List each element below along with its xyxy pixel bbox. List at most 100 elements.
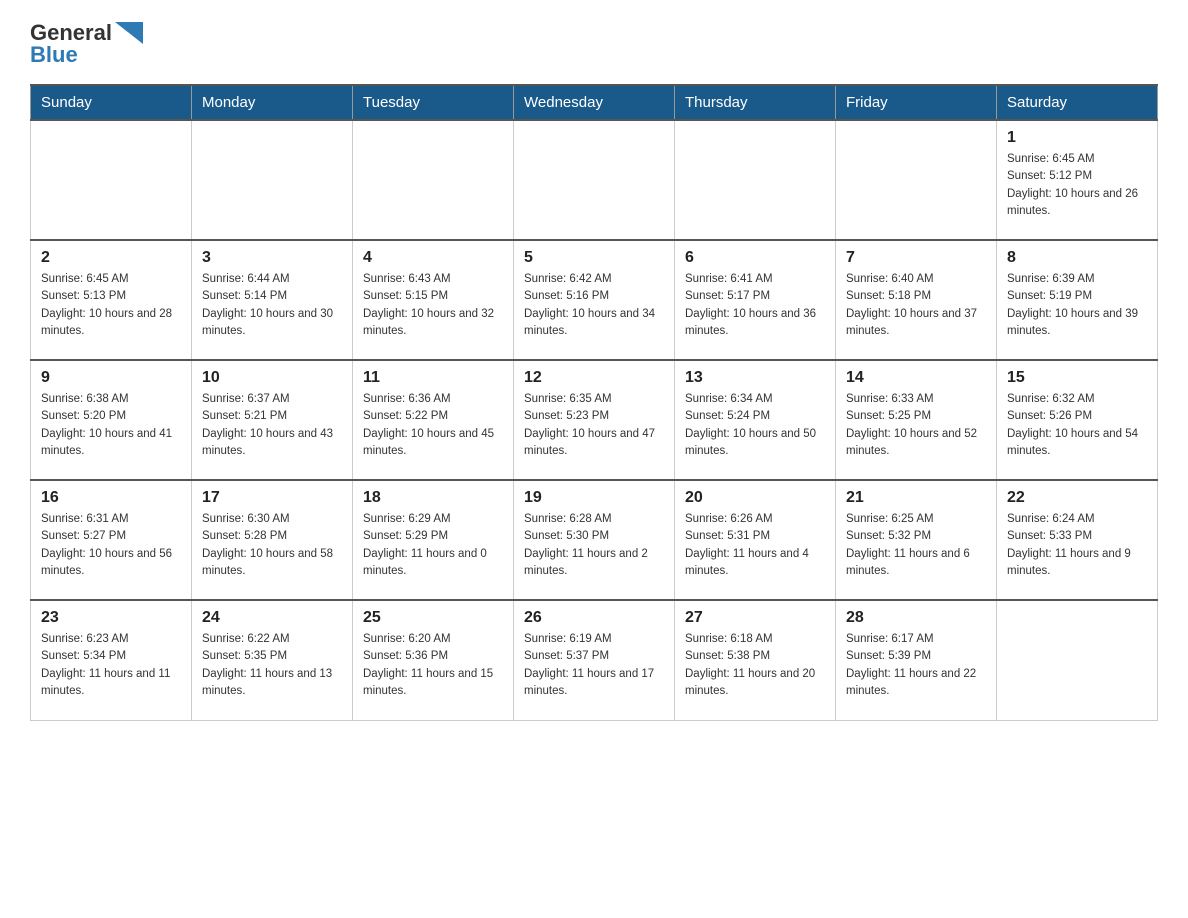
day-info: Sunrise: 6:24 AM Sunset: 5:33 PM Dayligh… xyxy=(1007,511,1147,580)
day-header-tuesday: Tuesday xyxy=(353,85,514,120)
calendar-cell: 8Sunrise: 6:39 AM Sunset: 5:19 PM Daylig… xyxy=(997,240,1158,360)
calendar-cell xyxy=(514,120,675,240)
day-info: Sunrise: 6:22 AM Sunset: 5:35 PM Dayligh… xyxy=(202,631,342,700)
day-number: 26 xyxy=(524,609,664,627)
calendar-cell: 28 Sunrise: 6:17 AM Sunset: 5:39 PM Dayli… xyxy=(836,600,997,720)
day-number: 21 xyxy=(846,489,986,507)
day-header-thursday: Thursday xyxy=(675,85,836,120)
day-info: Sunrise: 6:34 AM Sunset: 5:24 PM Dayligh… xyxy=(685,391,825,460)
day-number: 24 xyxy=(202,609,342,627)
day-number: 4 xyxy=(363,249,503,267)
calendar-cell: 19 Sunrise: 6:28 AM Sunset: 5:30 PM Dayli… xyxy=(514,480,675,600)
day-header-saturday: Saturday xyxy=(997,85,1158,120)
calendar-cell: 22 Sunrise: 6:24 AM Sunset: 5:33 PM Dayli… xyxy=(997,480,1158,600)
calendar-cell: 26 Sunrise: 6:19 AM Sunset: 5:37 PM Dayli… xyxy=(514,600,675,720)
calendar-cell: 7 Sunrise: 6:40 AM Sunset: 5:18 PM Daylig… xyxy=(836,240,997,360)
calendar-week-2: 2 Sunrise: 6:45 AM Sunset: 5:13 PM Daylig… xyxy=(31,240,1158,360)
calendar-cell: 5 Sunrise: 6:42 AM Sunset: 5:16 PM Daylig… xyxy=(514,240,675,360)
calendar-cell: 20 Sunrise: 6:26 AM Sunset: 5:31 PM Dayli… xyxy=(675,480,836,600)
day-number: 23 xyxy=(41,609,181,627)
day-header-friday: Friday xyxy=(836,85,997,120)
calendar-cell: 23Sunrise: 6:23 AM Sunset: 5:34 PM Dayli… xyxy=(31,600,192,720)
day-header-sunday: Sunday xyxy=(31,85,192,120)
day-number: 18 xyxy=(363,489,503,507)
day-info: Sunrise: 6:39 AM Sunset: 5:19 PM Dayligh… xyxy=(1007,271,1147,340)
calendar-cell: 11Sunrise: 6:36 AM Sunset: 5:22 PM Dayli… xyxy=(353,360,514,480)
calendar-week-5: 23Sunrise: 6:23 AM Sunset: 5:34 PM Dayli… xyxy=(31,600,1158,720)
calendar-cell xyxy=(192,120,353,240)
calendar-cell: 21 Sunrise: 6:25 AM Sunset: 5:32 PM Dayli… xyxy=(836,480,997,600)
day-info: Sunrise: 6:20 AM Sunset: 5:36 PM Dayligh… xyxy=(363,631,503,700)
calendar-cell: 16 Sunrise: 6:31 AM Sunset: 5:27 PM Dayli… xyxy=(31,480,192,600)
day-info: Sunrise: 6:17 AM Sunset: 5:39 PM Dayligh… xyxy=(846,631,986,700)
logo-blue-text: Blue xyxy=(30,42,78,68)
calendar-cell: 14 Sunrise: 6:33 AM Sunset: 5:25 PM Dayli… xyxy=(836,360,997,480)
day-number: 10 xyxy=(202,369,342,387)
day-info: Sunrise: 6:41 AM Sunset: 5:17 PM Dayligh… xyxy=(685,271,825,340)
day-number: 15 xyxy=(1007,369,1147,387)
day-number: 25 xyxy=(363,609,503,627)
day-info: Sunrise: 6:28 AM Sunset: 5:30 PM Dayligh… xyxy=(524,511,664,580)
calendar-header-row: SundayMondayTuesdayWednesdayThursdayFrid… xyxy=(31,85,1158,120)
calendar-week-3: 9 Sunrise: 6:38 AM Sunset: 5:20 PM Daylig… xyxy=(31,360,1158,480)
day-info: Sunrise: 6:32 AM Sunset: 5:26 PM Dayligh… xyxy=(1007,391,1147,460)
day-number: 7 xyxy=(846,249,986,267)
page-header: General Blue xyxy=(30,20,1158,68)
day-number: 22 xyxy=(1007,489,1147,507)
day-number: 14 xyxy=(846,369,986,387)
day-info: Sunrise: 6:25 AM Sunset: 5:32 PM Dayligh… xyxy=(846,511,986,580)
calendar-cell: 24 Sunrise: 6:22 AM Sunset: 5:35 PM Dayli… xyxy=(192,600,353,720)
logo-triangle-icon xyxy=(115,22,143,44)
day-number: 13 xyxy=(685,369,825,387)
calendar-cell: 6 Sunrise: 6:41 AM Sunset: 5:17 PM Daylig… xyxy=(675,240,836,360)
calendar-cell: 3Sunrise: 6:44 AM Sunset: 5:14 PM Daylig… xyxy=(192,240,353,360)
day-info: Sunrise: 6:18 AM Sunset: 5:38 PM Dayligh… xyxy=(685,631,825,700)
day-info: Sunrise: 6:29 AM Sunset: 5:29 PM Dayligh… xyxy=(363,511,503,580)
day-info: Sunrise: 6:26 AM Sunset: 5:31 PM Dayligh… xyxy=(685,511,825,580)
day-number: 16 xyxy=(41,489,181,507)
day-header-wednesday: Wednesday xyxy=(514,85,675,120)
day-number: 9 xyxy=(41,369,181,387)
calendar-cell: 25 Sunrise: 6:20 AM Sunset: 5:36 PM Dayli… xyxy=(353,600,514,720)
day-number: 1 xyxy=(1007,129,1147,147)
calendar-week-4: 16 Sunrise: 6:31 AM Sunset: 5:27 PM Dayli… xyxy=(31,480,1158,600)
day-number: 2 xyxy=(41,249,181,267)
day-info: Sunrise: 6:42 AM Sunset: 5:16 PM Dayligh… xyxy=(524,271,664,340)
day-number: 6 xyxy=(685,249,825,267)
day-info: Sunrise: 6:45 AM Sunset: 5:12 PM Dayligh… xyxy=(1007,151,1147,220)
day-number: 3 xyxy=(202,249,342,267)
day-info: Sunrise: 6:31 AM Sunset: 5:27 PM Dayligh… xyxy=(41,511,181,580)
calendar-cell xyxy=(31,120,192,240)
day-info: Sunrise: 6:19 AM Sunset: 5:37 PM Dayligh… xyxy=(524,631,664,700)
day-info: Sunrise: 6:43 AM Sunset: 5:15 PM Dayligh… xyxy=(363,271,503,340)
day-number: 11 xyxy=(363,369,503,387)
day-number: 12 xyxy=(524,369,664,387)
day-number: 20 xyxy=(685,489,825,507)
day-header-monday: Monday xyxy=(192,85,353,120)
calendar-cell: 1 Sunrise: 6:45 AM Sunset: 5:12 PM Daylig… xyxy=(997,120,1158,240)
day-number: 28 xyxy=(846,609,986,627)
calendar-cell xyxy=(997,600,1158,720)
calendar-cell xyxy=(353,120,514,240)
day-number: 5 xyxy=(524,249,664,267)
day-info: Sunrise: 6:37 AM Sunset: 5:21 PM Dayligh… xyxy=(202,391,342,460)
day-number: 27 xyxy=(685,609,825,627)
day-info: Sunrise: 6:30 AM Sunset: 5:28 PM Dayligh… xyxy=(202,511,342,580)
calendar-cell: 13 Sunrise: 6:34 AM Sunset: 5:24 PM Dayli… xyxy=(675,360,836,480)
calendar-table: SundayMondayTuesdayWednesdayThursdayFrid… xyxy=(30,84,1158,721)
calendar-week-1: 1 Sunrise: 6:45 AM Sunset: 5:12 PM Daylig… xyxy=(31,120,1158,240)
day-number: 19 xyxy=(524,489,664,507)
day-info: Sunrise: 6:38 AM Sunset: 5:20 PM Dayligh… xyxy=(41,391,181,460)
calendar-cell: 17 Sunrise: 6:30 AM Sunset: 5:28 PM Dayli… xyxy=(192,480,353,600)
calendar-cell: 18 Sunrise: 6:29 AM Sunset: 5:29 PM Dayli… xyxy=(353,480,514,600)
day-info: Sunrise: 6:40 AM Sunset: 5:18 PM Dayligh… xyxy=(846,271,986,340)
calendar-cell: 12Sunrise: 6:35 AM Sunset: 5:23 PM Dayli… xyxy=(514,360,675,480)
logo: General Blue xyxy=(30,20,143,68)
calendar-cell xyxy=(836,120,997,240)
day-number: 17 xyxy=(202,489,342,507)
day-info: Sunrise: 6:33 AM Sunset: 5:25 PM Dayligh… xyxy=(846,391,986,460)
calendar-cell: 10 Sunrise: 6:37 AM Sunset: 5:21 PM Dayli… xyxy=(192,360,353,480)
calendar-cell: 9 Sunrise: 6:38 AM Sunset: 5:20 PM Daylig… xyxy=(31,360,192,480)
day-info: Sunrise: 6:45 AM Sunset: 5:13 PM Dayligh… xyxy=(41,271,181,340)
calendar-cell: 15 Sunrise: 6:32 AM Sunset: 5:26 PM Dayli… xyxy=(997,360,1158,480)
